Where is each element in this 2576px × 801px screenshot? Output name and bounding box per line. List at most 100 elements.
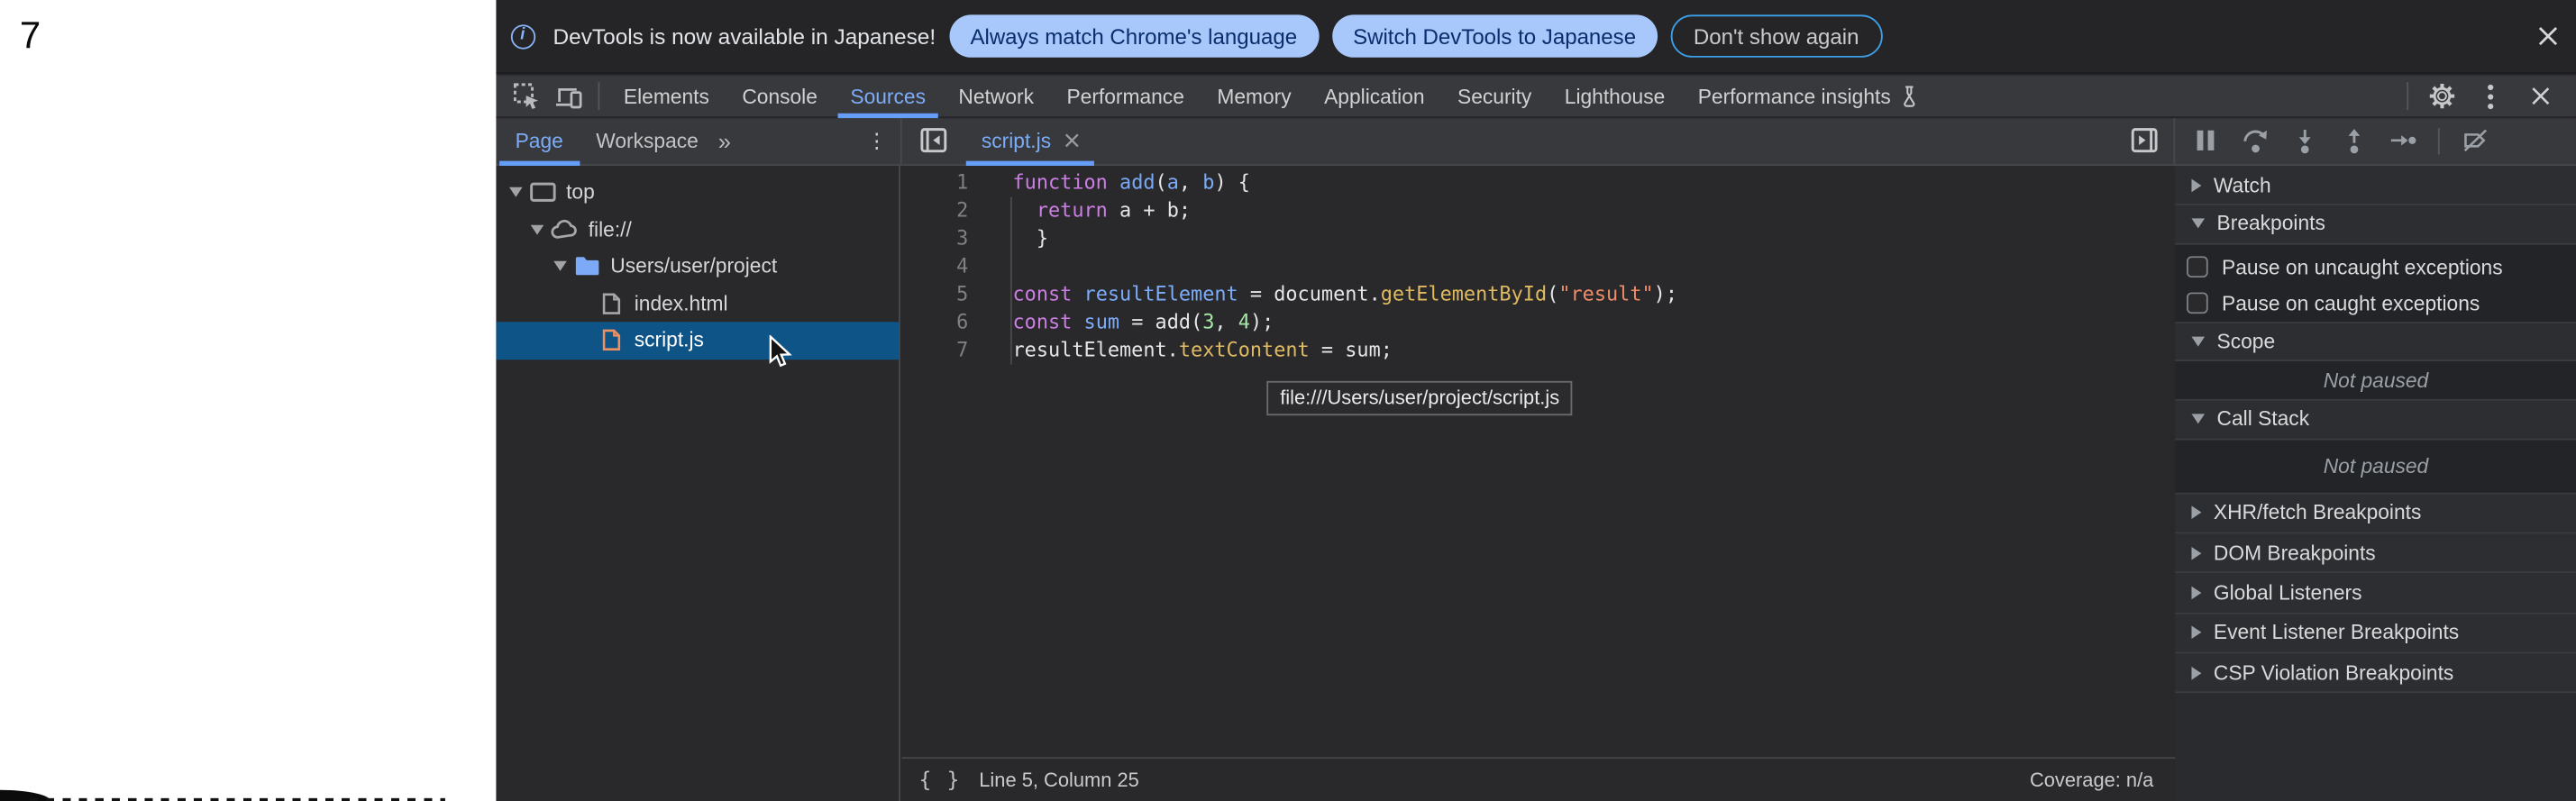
step-out-icon[interactable] — [2341, 128, 2367, 154]
token-pl: resultElement. — [1012, 338, 1178, 361]
checkbox-row-pause-on-caught-exceptions[interactable]: Pause on caught exceptions — [2176, 285, 2576, 321]
tab-page[interactable]: Page — [498, 118, 580, 163]
file-navigator-pane: top file:// Users/user/projectindex.html sc… — [496, 166, 901, 801]
debugger-controls-separator — [2438, 128, 2440, 154]
dont-show-again-button[interactable]: Don't show again — [1670, 14, 1882, 57]
code-line-1[interactable]: 1function add(a, b) { — [902, 168, 2175, 196]
token-kw: return — [1037, 198, 1108, 222]
code-editor[interactable]: 1function add(a, b) {2 return a + b;3 }4… — [902, 166, 2175, 801]
main-tab-memory[interactable]: Memory — [1201, 76, 1308, 117]
token-pl: = sum; — [1310, 338, 1393, 361]
debugger-sidebar: WatchBreakpointsPause on uncaught except… — [2176, 166, 2576, 801]
cursor-position-status: Line 5, Column 25 — [979, 769, 1139, 792]
line-number[interactable]: 6 — [902, 308, 968, 336]
line-number[interactable]: 3 — [902, 224, 968, 252]
line-number[interactable]: 1 — [902, 168, 968, 196]
tree-item-top[interactable]: top — [496, 174, 900, 211]
editor-tab-scriptjs[interactable]: script.js — [966, 118, 1093, 163]
checkbox[interactable] — [2188, 292, 2209, 314]
navigator-kebab-icon[interactable]: ⋮ — [866, 129, 886, 153]
chevron-right-icon — [2192, 178, 2202, 192]
always-match-language-button[interactable]: Always match Chrome's language — [949, 14, 1319, 57]
line-number[interactable]: 4 — [902, 252, 968, 280]
main-tab-security[interactable]: Security — [1441, 76, 1548, 117]
pretty-print-icon[interactable]: { } — [919, 768, 962, 792]
code-line-6[interactable]: 6const sum = add(3, 4); — [902, 308, 2175, 336]
sidebar-section-dom-breakpoints[interactable]: DOM Breakpoints — [2176, 533, 2576, 573]
sidebar-section-watch[interactable]: Watch — [2176, 166, 2576, 205]
page-result-text: 7 — [20, 14, 41, 58]
main-tab-sources[interactable]: Sources — [834, 76, 942, 117]
close-devtools-icon[interactable] — [2526, 82, 2554, 110]
main-tab-label: Network — [958, 85, 1034, 108]
main-tab-label: Console — [742, 85, 818, 108]
breakpoints-options: Pause on uncaught exceptionsPause on cau… — [2176, 244, 2576, 323]
code-line-5[interactable]: 5const resultElement = document.getEleme… — [902, 280, 2175, 308]
sidebar-section-xhr-fetch-breakpoints[interactable]: XHR/fetch Breakpoints — [2176, 494, 2576, 533]
chevron-right-icon — [2192, 506, 2202, 520]
checkbox-row-pause-on-uncaught-exceptions[interactable]: Pause on uncaught exceptions — [2176, 249, 2576, 285]
frame-icon — [528, 179, 556, 205]
code-line-7[interactable]: 7resultElement.textContent = sum; — [902, 336, 2175, 364]
code-line-2[interactable]: 2 return a + b; — [902, 196, 2175, 224]
code-line-3[interactable]: 3 } — [902, 224, 2175, 252]
token-kw: const — [1012, 282, 1072, 305]
tab-workspace[interactable]: Workspace — [580, 118, 715, 163]
main-tab-label: Lighthouse — [1565, 85, 1665, 108]
main-tab-network[interactable]: Network — [942, 76, 1050, 117]
main-tab-label: Performance — [1066, 85, 1183, 108]
mouse-cursor — [769, 334, 792, 367]
tree-item-script-js[interactable]: script.js — [496, 322, 900, 359]
chevron-right-icon — [2192, 587, 2202, 600]
sidebar-section-global-listeners[interactable]: Global Listeners — [2176, 574, 2576, 614]
pause-script-icon[interactable] — [2193, 128, 2219, 154]
line-number[interactable]: 7 — [902, 336, 968, 364]
tabbar-right-controls — [2407, 82, 2576, 110]
not-paused-label: Not paused — [2324, 454, 2429, 478]
token-vr: a — [1167, 170, 1179, 194]
main-tab-application[interactable]: Application — [1308, 76, 1441, 117]
main-tab-elements[interactable]: Elements — [607, 76, 726, 117]
step-into-icon[interactable] — [2292, 128, 2318, 154]
infobar-close-icon[interactable] — [2535, 23, 2561, 50]
main-tab-console[interactable]: Console — [726, 76, 834, 117]
expander-icon[interactable] — [553, 261, 567, 271]
more-options-kebab-icon[interactable] — [2478, 82, 2506, 110]
step-over-icon[interactable] — [2243, 128, 2269, 154]
token-pl — [1108, 170, 1119, 194]
token-pl: ( — [1547, 282, 1558, 305]
sidebar-section-call-stack[interactable]: Call Stack — [2176, 401, 2576, 440]
main-tab-lighthouse[interactable]: Lighthouse — [1548, 76, 1682, 117]
sidebar-section-scope[interactable]: Scope — [2176, 323, 2576, 361]
tree-item-file-[interactable]: file:// — [496, 211, 900, 248]
expander-icon[interactable] — [508, 187, 522, 197]
more-tabs-icon[interactable]: » — [718, 128, 733, 154]
sidebar-section-breakpoints[interactable]: Breakpoints — [2176, 205, 2576, 244]
line-number[interactable]: 2 — [902, 196, 968, 224]
checkbox[interactable] — [2188, 256, 2209, 278]
settings-gear-icon[interactable] — [2428, 82, 2456, 110]
sidebar-section-event-listener-breakpoints[interactable]: Event Listener Breakpoints — [2176, 614, 2576, 653]
deactivate-breakpoints-icon[interactable] — [2462, 128, 2489, 154]
file-icon — [597, 290, 625, 316]
main-tab-performance-insights[interactable]: Performance insights — [1682, 76, 1939, 117]
step-icon[interactable] — [2390, 128, 2416, 154]
editor-tab-close-icon[interactable] — [1064, 133, 1079, 148]
expander-icon[interactable] — [531, 224, 544, 234]
tree-item-label: file:// — [589, 218, 632, 241]
sidebar-section-csp-violation-breakpoints[interactable]: CSP Violation Breakpoints — [2176, 654, 2576, 694]
line-number[interactable]: 5 — [902, 280, 968, 308]
main-tab-label: Security — [1457, 85, 1531, 108]
main-tab-performance[interactable]: Performance — [1050, 76, 1201, 117]
tabbar-right-separator — [2407, 82, 2408, 110]
tree-item-users-user-project[interactable]: Users/user/project — [496, 248, 900, 285]
toggle-device-toolbar-icon[interactable] — [554, 82, 582, 110]
inspect-element-icon[interactable] — [512, 82, 540, 110]
tree-item-label: script.js — [635, 329, 704, 352]
section-label: DOM Breakpoints — [2214, 542, 2376, 565]
code-line-4[interactable]: 4 — [902, 252, 2175, 280]
tree-item-index-html[interactable]: index.html — [496, 285, 900, 322]
hide-navigator-icon[interactable] — [920, 127, 948, 155]
switch-devtools-japanese-button[interactable]: Switch DevTools to Japanese — [1331, 14, 1657, 57]
hide-debugger-sidebar-icon[interactable] — [2131, 127, 2159, 155]
